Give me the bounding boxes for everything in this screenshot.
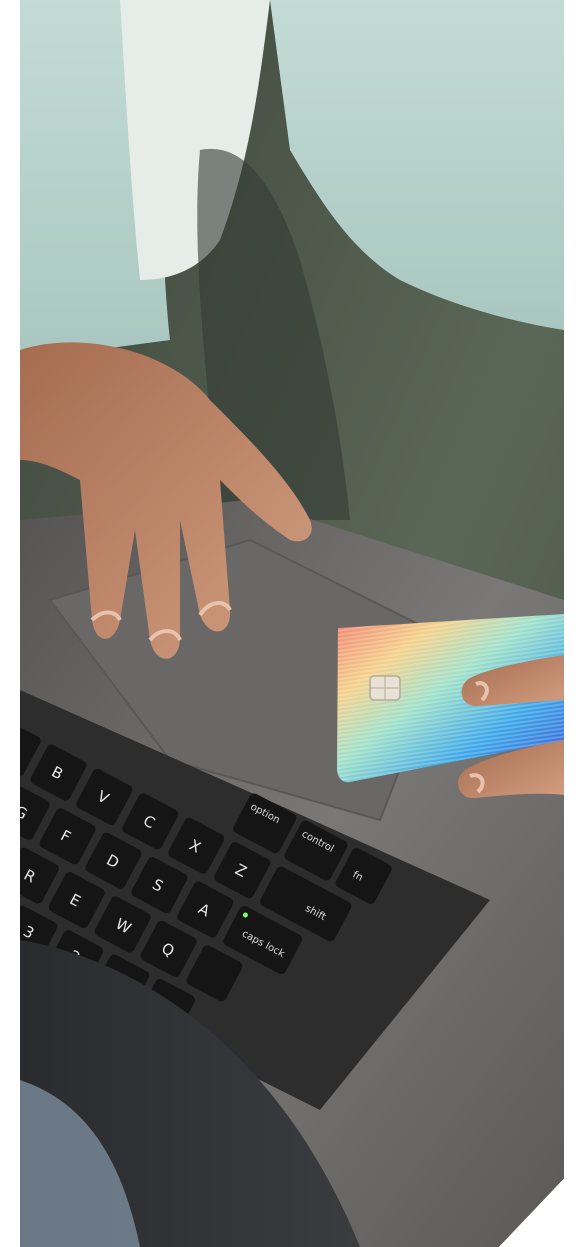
photo-frame: 6 5 4 3 2 1 Y T <box>20 0 564 1247</box>
scene: 6 5 4 3 2 1 Y T <box>20 0 564 1247</box>
